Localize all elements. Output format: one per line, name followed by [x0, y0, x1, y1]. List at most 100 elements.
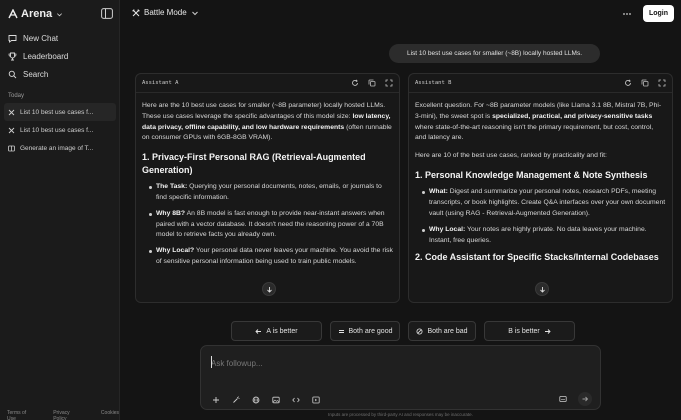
list-item: Why Local: Your notes are highly private…	[421, 225, 666, 247]
chevron-down-icon	[191, 9, 199, 17]
vote-label: Both are bad	[427, 327, 468, 335]
panel-header: Assistant B	[409, 74, 672, 93]
regenerate-icon[interactable]	[624, 79, 632, 87]
assistant-b-panel: Assistant B Excellent question. For ~8B …	[408, 73, 673, 303]
list-item-label: Why 8B?	[156, 209, 186, 217]
response-heading: 1. Personal Knowledge Management & Note …	[415, 169, 648, 180]
video-icon[interactable]	[309, 393, 322, 406]
history-item[interactable]: List 10 best use cases f...	[4, 121, 116, 139]
battle-icon	[8, 127, 15, 134]
a-is-better-button[interactable]: A is better	[231, 321, 322, 341]
equals-icon	[338, 328, 345, 335]
vote-bar: A is better Both are good Both are bad B…	[231, 321, 575, 341]
scroll-down-button[interactable]	[262, 282, 276, 296]
list-item: What: Digest and summarize your personal…	[421, 187, 666, 219]
vote-label: Both are good	[348, 327, 393, 335]
scroll-down-button[interactable]	[535, 282, 549, 296]
response-heading: 2. Code Assistant for Specific Stacks/In…	[415, 252, 659, 263]
new-chat-label: New Chat	[23, 33, 59, 43]
list-item-label: Why Local:	[429, 225, 466, 233]
intro-text: where state-of-the-art reasoning isn't t…	[415, 123, 654, 142]
list-item-text: An 8B model is fast enough to provide ne…	[156, 209, 385, 239]
mode-selector[interactable]: Battle Mode	[132, 8, 199, 17]
panel-title: Assistant B	[415, 80, 452, 86]
regenerate-icon[interactable]	[351, 79, 359, 87]
text-caret	[211, 356, 212, 368]
arrow-left-icon	[255, 328, 262, 335]
vote-label: A is better	[266, 327, 298, 335]
topbar: Battle Mode Login	[121, 0, 681, 28]
battle-icon	[132, 9, 140, 17]
chat-plus-icon	[8, 34, 17, 43]
history-item-label: List 10 best use cases f...	[20, 126, 94, 134]
sidebar-toggle-icon[interactable]	[101, 8, 113, 19]
leaderboard-link[interactable]: Leaderboard	[0, 47, 120, 65]
battle-icon	[8, 109, 15, 116]
panel-actions	[624, 79, 666, 87]
trophy-icon	[8, 52, 17, 61]
arrow-right-icon	[544, 328, 551, 335]
expand-icon[interactable]	[658, 79, 666, 87]
cookies-link[interactable]: Cookies	[101, 410, 119, 420]
list-item: The Task: Querying your personal documen…	[148, 182, 393, 204]
list-item-label: Why Local?	[156, 247, 195, 255]
brand-menu[interactable]: Arena	[8, 8, 63, 20]
mode-label: Battle Mode	[144, 8, 187, 17]
composer	[200, 345, 601, 410]
arrow-down-icon	[266, 286, 273, 293]
intro-bold: specialized, practical, and privacy-sens…	[492, 112, 653, 120]
sidebar-nav: New Chat Leaderboard Search	[0, 29, 120, 83]
privacy-link[interactable]: Privacy Policy	[53, 410, 81, 420]
list-item-label: What:	[429, 188, 448, 196]
copy-icon[interactable]	[641, 79, 649, 87]
followup-input[interactable]	[211, 356, 591, 370]
arrow-down-icon	[539, 286, 546, 293]
list-item-label: The Task:	[156, 183, 188, 191]
not-allowed-icon	[416, 328, 423, 335]
history-section-label: Today	[8, 93, 25, 99]
composer-actions	[556, 392, 592, 406]
b-is-better-button[interactable]: B is better	[484, 321, 575, 341]
arena-logo-icon	[8, 9, 18, 19]
code-icon[interactable]	[289, 393, 302, 406]
brand-name: Arena	[21, 8, 53, 20]
image-icon[interactable]	[269, 393, 282, 406]
login-button[interactable]: Login	[643, 5, 674, 22]
copy-icon[interactable]	[368, 79, 376, 87]
history-item[interactable]: List 10 best use cases f...	[4, 103, 116, 121]
new-chat-button[interactable]: New Chat	[0, 29, 120, 47]
vote-label: B is better	[508, 327, 540, 335]
response-body: Excellent question. For ~8B parameter mo…	[409, 93, 672, 264]
assistant-a-panel: Assistant A Here are the 10 best use cas…	[135, 73, 400, 303]
tools-wand-icon[interactable]	[229, 393, 242, 406]
search-icon	[8, 70, 17, 79]
panel-header: Assistant A	[136, 74, 399, 93]
response-intro: Here are the 10 best use cases for small…	[142, 101, 393, 144]
both-bad-button[interactable]: Both are bad	[408, 321, 476, 341]
user-prompt-bubble: List 10 best use cases for smaller (~8B)…	[389, 44, 600, 63]
upload-file-icon[interactable]	[556, 392, 570, 406]
attach-plus-icon[interactable]	[209, 393, 222, 406]
response-list: What: Digest and summarize your personal…	[421, 187, 666, 246]
search-button[interactable]: Search	[0, 65, 120, 83]
chat-history-list: List 10 best use cases f... List 10 best…	[4, 103, 116, 157]
list-item-text: Querying your personal documents, notes,…	[156, 183, 382, 201]
web-search-globe-icon[interactable]	[249, 393, 262, 406]
history-item-label: Generate an image of T...	[20, 144, 94, 152]
response-list: The Task: Querying your personal documen…	[148, 182, 393, 268]
terms-link[interactable]: Terms of Use	[7, 410, 33, 420]
response-heading: 1. Privacy-First Personal RAG (Retrieval…	[142, 152, 366, 175]
leaderboard-label: Leaderboard	[23, 51, 69, 61]
disclaimer-text: Inputs are processed by third-party AI a…	[328, 412, 473, 417]
response-intro: Excellent question. For ~8B parameter mo…	[415, 101, 666, 144]
response-intro-2: Here are 10 of the best use cases, ranke…	[415, 152, 607, 160]
history-item[interactable]: Generate an image of T...	[4, 139, 116, 157]
expand-icon[interactable]	[385, 79, 393, 87]
list-item: Why 8B? An 8B model is fast enough to pr…	[148, 209, 393, 241]
list-item-text: Digest and summarize your personal notes…	[429, 188, 666, 218]
chevron-down-icon	[56, 11, 63, 18]
both-good-button[interactable]: Both are good	[330, 321, 400, 341]
send-arrow-icon[interactable]	[578, 392, 592, 406]
more-options-icon[interactable]	[621, 9, 633, 19]
side-by-side-icon	[8, 145, 15, 152]
